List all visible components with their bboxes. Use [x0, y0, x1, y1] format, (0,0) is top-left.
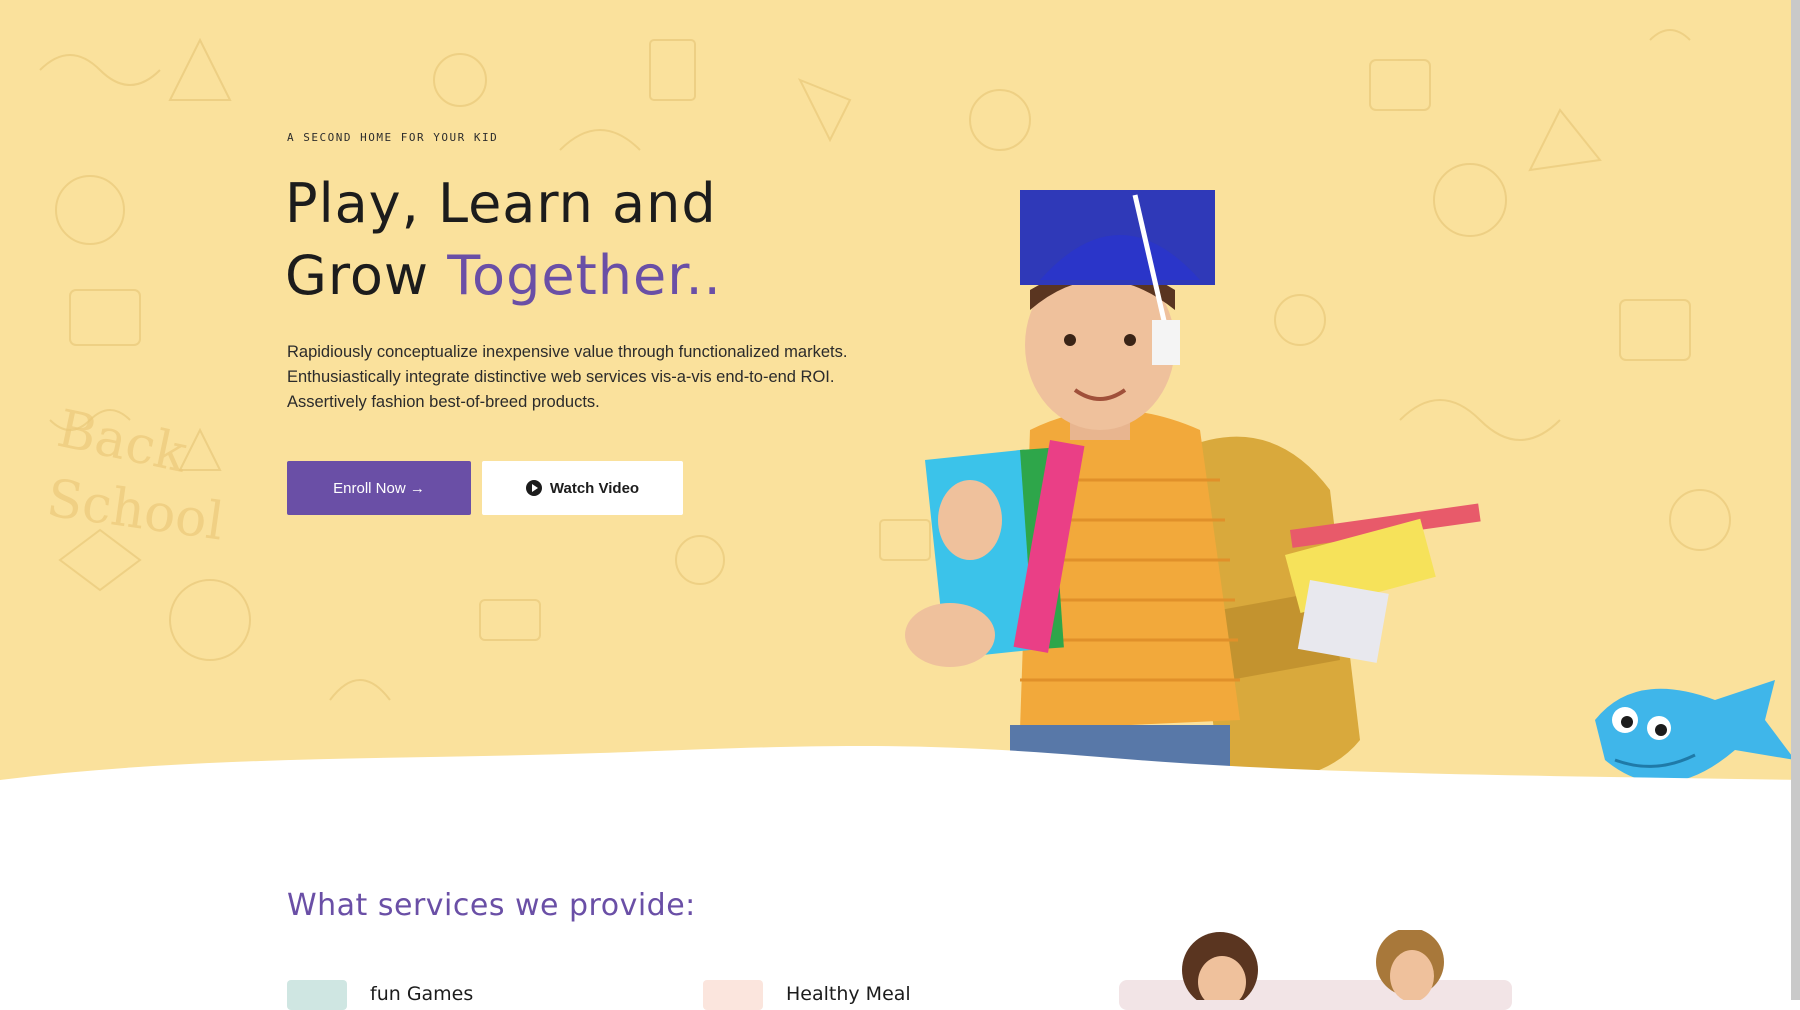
watch-video-label: Watch Video [549, 479, 640, 497]
intro-line-1: Rapidiously conceptualize inexpensive va… [287, 343, 848, 361]
hero-section: Back School A SECOND HOME FOR YOUR KID P… [0, 0, 1800, 815]
intro-line-2: Enthusiastically integrate distinctive w… [287, 368, 835, 386]
headline-line-2: Grow [285, 244, 448, 307]
service-healthy-meal: Healthy Meal [786, 983, 911, 1005]
services-title: What services we provide: [287, 888, 696, 923]
svg-text:School: School [43, 468, 227, 552]
enroll-now-label: Enroll Now → [333, 479, 425, 497]
intro-line-3: Assertively fashion best-of-breed produc… [287, 393, 600, 411]
meal-icon [703, 980, 763, 1010]
wave-divider [0, 745, 1800, 815]
student-illustration [905, 190, 1481, 790]
headline-accent: Together.. [447, 244, 722, 307]
hero-tagline: A SECOND HOME FOR YOUR KID [287, 131, 499, 144]
enroll-now-button[interactable]: Enroll Now → [287, 461, 471, 515]
hero-headline: Play, Learn and Grow Together.. [285, 168, 722, 312]
play-icon [525, 480, 542, 496]
scrollbar[interactable] [1791, 0, 1800, 1000]
children-illustration [1182, 930, 1444, 1000]
headline-line-1: Play, Learn and [285, 172, 717, 235]
puzzle-icon [287, 980, 347, 1010]
service-fun-games: fun Games [370, 983, 474, 1005]
hero-intro: Rapidiously conceptualize inexpensive va… [287, 340, 907, 415]
watch-video-button[interactable]: Watch Video [482, 461, 683, 515]
